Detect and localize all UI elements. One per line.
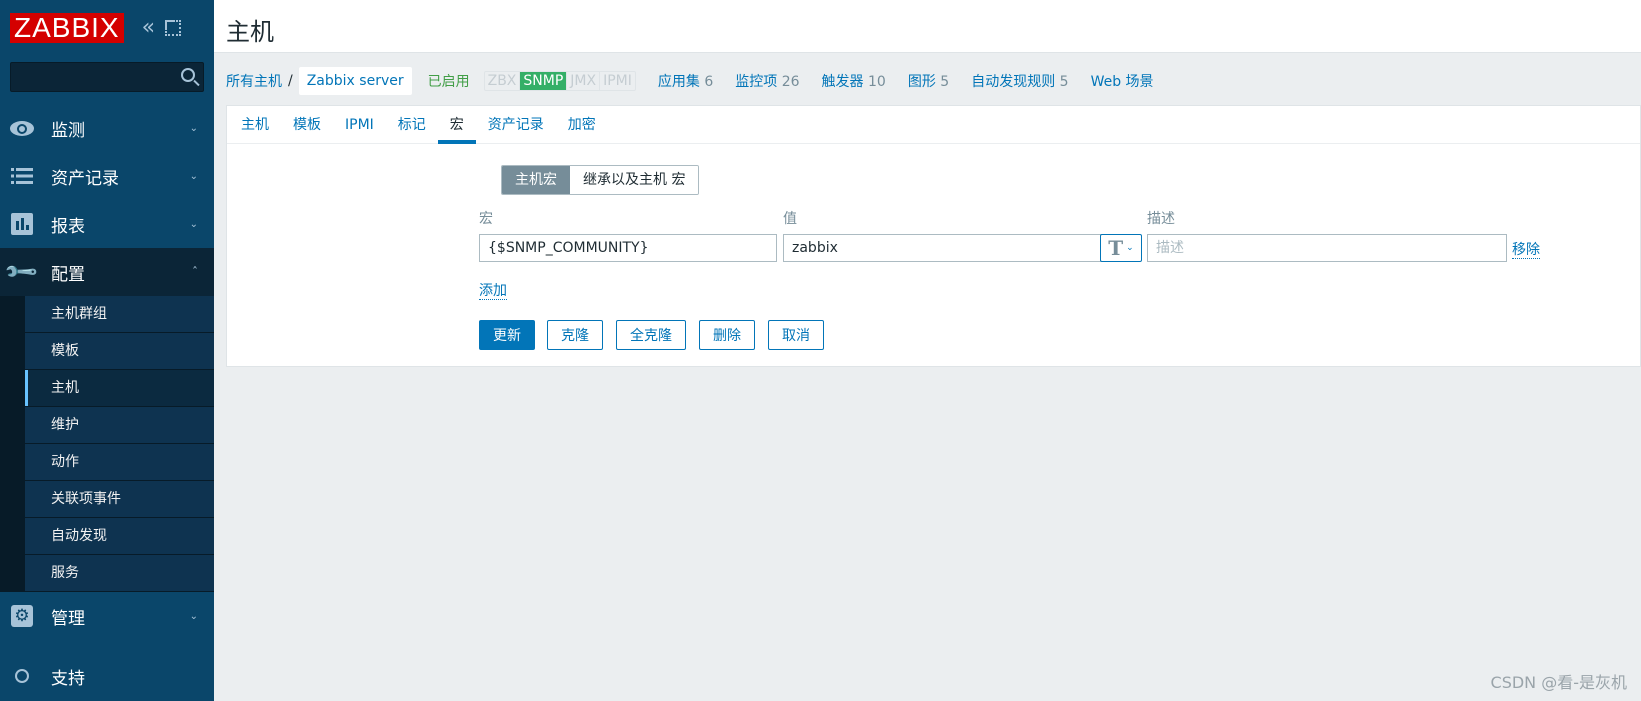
clone-button[interactable]: 克隆 xyxy=(547,320,603,350)
text-type-icon: T xyxy=(1108,236,1124,260)
menu-item-support[interactable]: 支持 xyxy=(0,652,214,700)
tab-macros[interactable]: 宏 xyxy=(437,106,476,144)
host-macros-toggle[interactable]: 主机宏 xyxy=(502,166,570,194)
availability-badges: ZBX SNMP JMX IPMI xyxy=(483,71,636,91)
submenu-item-hosts[interactable]: 主机 xyxy=(25,370,214,407)
watermark: CSDN @看-是灰机 xyxy=(1490,673,1627,692)
menu-item-reports[interactable]: 报表 ⌄ xyxy=(0,200,214,248)
description-column-header: 描述 xyxy=(1147,211,1175,227)
macro-description-input[interactable]: 描述 xyxy=(1147,234,1507,262)
submenu-item-maintenance[interactable]: 维护 xyxy=(25,407,214,444)
availability-snmp: SNMP xyxy=(520,72,568,90)
breadcrumb-separator: / xyxy=(288,73,293,89)
configuration-submenu: 主机群组 模板 主机 维护 动作 关联项事件 自动发现 服务 xyxy=(0,296,214,592)
wrench-icon: 🔧 xyxy=(3,253,41,291)
availability-zbx: ZBX xyxy=(485,72,521,90)
status-badge[interactable]: 已启用 xyxy=(428,71,470,91)
chevron-down-icon: ⌄ xyxy=(189,170,198,182)
full-clone-button[interactable]: 全克隆 xyxy=(616,320,686,350)
add-macro-link[interactable]: 添加 xyxy=(479,280,507,300)
logo-row: ZABBIX « xyxy=(0,0,214,56)
submenu-item-services[interactable]: 服务 xyxy=(25,555,214,592)
zabbix-logo[interactable]: ZABBIX xyxy=(10,13,124,43)
tab-tags[interactable]: 标记 xyxy=(386,106,438,143)
menu-item-label: 管理 xyxy=(51,608,85,629)
support-icon xyxy=(10,664,34,688)
submenu-item-templates[interactable]: 模板 xyxy=(25,333,214,370)
bar-chart-icon xyxy=(10,212,34,236)
chevron-down-icon: ⌄ xyxy=(1126,243,1134,253)
menu-item-inventory[interactable]: 资产记录 ⌄ xyxy=(0,152,214,200)
list-icon xyxy=(10,164,34,188)
chevron-down-icon: ⌄ xyxy=(189,122,198,134)
macro-value-input[interactable]: zabbix xyxy=(783,234,1103,262)
value-column-header: 值 xyxy=(783,211,797,227)
inherited-macros-toggle[interactable]: 继承以及主机 宏 xyxy=(570,166,699,194)
macro-column-header: 宏 xyxy=(479,211,493,227)
menu-item-monitoring[interactable]: 监测 ⌄ xyxy=(0,104,214,152)
sidebar: ZABBIX « 监测 ⌄ 资产记录 ⌄ 报表 ⌄ 🔧 配置 ˆ 主机群组 模板… xyxy=(0,0,214,701)
collapse-sidebar-icon[interactable]: « xyxy=(142,17,155,39)
submenu-item-actions[interactable]: 动作 xyxy=(25,444,214,481)
chevron-down-icon: ⌄ xyxy=(189,218,198,230)
cancel-button[interactable]: 取消 xyxy=(768,320,824,350)
host-tabs: 主机 模板 IPMI 标记 宏 资产记录 加密 xyxy=(227,106,1640,144)
submenu-item-event-correlation[interactable]: 关联项事件 xyxy=(25,481,214,518)
link-triggers[interactable]: 触发器 10 xyxy=(822,71,886,91)
menu-item-label: 监测 xyxy=(51,120,85,141)
breadcrumb-current-host[interactable]: Zabbix server xyxy=(298,67,412,95)
tab-ipmi[interactable]: IPMI xyxy=(333,106,386,143)
macro-name-input[interactable]: {$SNMP_COMMUNITY} xyxy=(479,234,777,262)
link-graphs[interactable]: 图形 5 xyxy=(908,71,949,91)
remove-macro-link[interactable]: 移除 xyxy=(1512,239,1540,259)
tab-templates[interactable]: 模板 xyxy=(281,106,333,143)
breadcrumb: 所有主机 / Zabbix server 已启用 ZBX SNMP JMX IP… xyxy=(226,67,1154,95)
menu-item-label: 支持 xyxy=(51,668,85,689)
sidebar-search xyxy=(10,62,204,92)
search-icon[interactable] xyxy=(181,68,195,82)
menu-item-label: 资产记录 xyxy=(51,168,119,189)
menu-item-administration[interactable]: ⚙ 管理 ⌄ xyxy=(0,592,214,640)
menu-item-configuration[interactable]: 🔧 配置 ˆ xyxy=(0,248,214,296)
link-web-scenarios[interactable]: Web 场景 xyxy=(1091,71,1154,91)
host-form-panel: 主机 模板 IPMI 标记 宏 资产记录 加密 主机宏 继承以及主机 宏 宏 值… xyxy=(226,105,1641,367)
tab-host[interactable]: 主机 xyxy=(229,106,281,143)
link-applications[interactable]: 应用集 6 xyxy=(658,71,713,91)
tab-encryption[interactable]: 加密 xyxy=(556,106,608,143)
page-title: 主机 xyxy=(226,18,274,46)
tab-inventory[interactable]: 资产记录 xyxy=(476,106,556,143)
link-items[interactable]: 监控项 26 xyxy=(735,71,799,91)
delete-button[interactable]: 删除 xyxy=(699,320,755,350)
macro-scope-toggle: 主机宏 继承以及主机 宏 xyxy=(501,165,700,195)
main-menu: 监测 ⌄ 资产记录 ⌄ 报表 ⌄ 🔧 配置 ˆ 主机群组 模板 主机 维护 动作… xyxy=(0,104,214,700)
gear-icon: ⚙ xyxy=(10,604,34,628)
update-button[interactable]: 更新 xyxy=(479,320,535,350)
availability-jmx: JMX xyxy=(567,72,601,90)
kiosk-mode-icon[interactable] xyxy=(165,20,182,36)
availability-ipmi: IPMI xyxy=(603,73,632,89)
page-header: 主机 xyxy=(214,0,1641,53)
chevron-up-icon: ˆ xyxy=(192,265,198,279)
link-discovery-rules[interactable]: 自动发现规则 5 xyxy=(971,71,1068,91)
menu-item-label: 配置 xyxy=(51,264,85,285)
menu-item-label: 报表 xyxy=(51,216,85,237)
submenu-item-discovery[interactable]: 自动发现 xyxy=(25,518,214,555)
search-input[interactable] xyxy=(11,63,203,91)
eye-icon xyxy=(10,116,34,140)
submenu-item-host-groups[interactable]: 主机群组 xyxy=(25,296,214,333)
macro-type-dropdown[interactable]: T ⌄ xyxy=(1100,234,1142,262)
breadcrumb-all-hosts[interactable]: 所有主机 xyxy=(226,71,282,91)
chevron-down-icon: ⌄ xyxy=(189,610,198,622)
